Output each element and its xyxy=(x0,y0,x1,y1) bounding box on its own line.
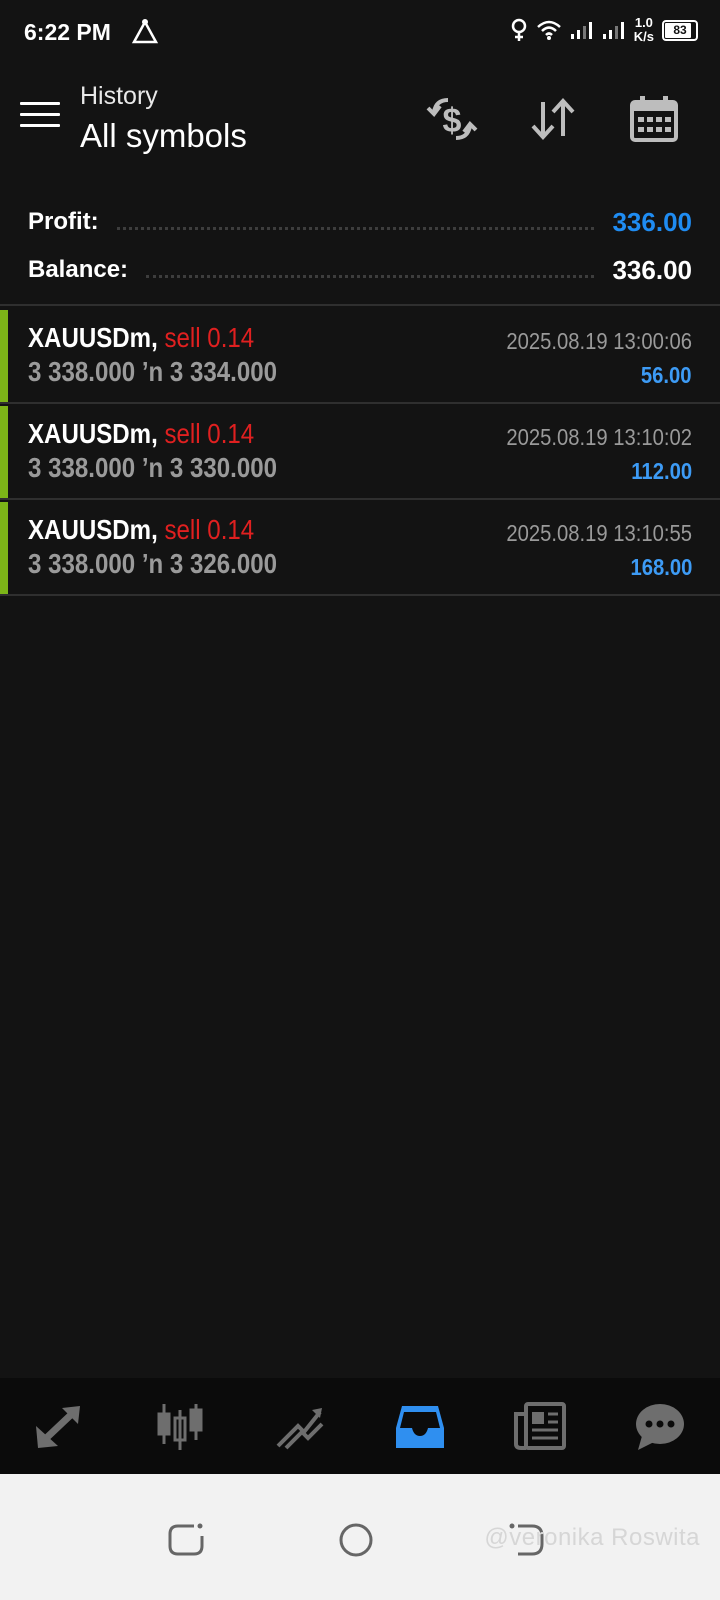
menu-button[interactable] xyxy=(20,102,60,134)
nav-trade[interactable] xyxy=(265,1396,335,1456)
profit-indicator-bar xyxy=(0,310,8,402)
deal-prices: 3 338.000 ʼn 3 330.000 xyxy=(28,452,278,483)
deal-time: 2025.08.19 13:10:55 xyxy=(506,520,692,546)
deal-profit: 56.00 xyxy=(641,362,692,388)
deal-side: sell 0.14 xyxy=(164,514,255,545)
deal-prices: 3 338.000 ʼn 3 326.000 xyxy=(28,548,278,579)
wifi-icon xyxy=(536,20,561,40)
deal-symbol: XAUUSDm, xyxy=(28,514,158,545)
watermark: @veronika Roswita xyxy=(484,1524,700,1551)
net-speed-value: 1.0 xyxy=(634,15,653,30)
home-icon[interactable] xyxy=(334,1518,378,1562)
net-speed: 1.0 K/s xyxy=(634,16,654,44)
deal-time: 2025.08.19 13:10:02 xyxy=(506,424,692,450)
deals-list: XAUUSDm, sell 0.14 3 338.000 ʼn 3 334.00… xyxy=(0,308,720,596)
svg-text:$: $ xyxy=(443,102,462,140)
trade-icon xyxy=(276,1408,324,1450)
currency-exchange-button[interactable]: $ xyxy=(424,94,480,144)
profit-row: Profit: 336.00 xyxy=(28,198,692,246)
profit-value: 336.00 xyxy=(612,206,692,237)
deal-symbol: XAUUSDm, xyxy=(28,322,158,353)
triangle-nodes-icon xyxy=(131,19,159,44)
balance-row: Balance: 336.00 xyxy=(28,246,692,294)
chart-icon xyxy=(157,1404,203,1450)
deal-row[interactable]: XAUUSDm, sell 0.14 3 338.000 ʼn 3 330.00… xyxy=(0,404,720,500)
status-indicators: 1.0 K/s 83 xyxy=(510,16,698,44)
deal-side: sell 0.14 xyxy=(164,322,255,353)
system-navigation-bar: @veronika Roswita xyxy=(0,1474,720,1600)
currency-exchange-icon: $ xyxy=(426,98,478,140)
nav-chart[interactable] xyxy=(145,1396,215,1456)
balance-value: 336.00 xyxy=(612,254,692,285)
deal-profit: 112.00 xyxy=(631,458,692,484)
profit-label: Profit: xyxy=(28,208,99,235)
dotted-leader xyxy=(116,226,595,230)
sort-button[interactable] xyxy=(525,94,581,144)
deal-profit: 168.00 xyxy=(630,554,692,580)
page-title[interactable]: All symbols xyxy=(80,117,247,155)
deal-row[interactable]: XAUUSDm, sell 0.14 3 338.000 ʼn 3 334.00… xyxy=(0,308,720,404)
sort-icon xyxy=(531,98,575,140)
news-icon xyxy=(514,1402,566,1450)
hotspot-icon xyxy=(511,18,527,41)
deal-symbol: XAUUSDm, xyxy=(28,418,158,449)
battery-level: 83 xyxy=(673,23,687,37)
net-speed-unit: K/s xyxy=(633,29,654,44)
quotes-icon xyxy=(36,1406,80,1448)
profit-indicator-bar xyxy=(0,406,8,498)
deal-time: 2025.08.19 13:00:06 xyxy=(506,328,692,354)
dotted-leader xyxy=(146,274,595,278)
page-subtitle: History xyxy=(80,82,158,110)
deal-side: sell 0.14 xyxy=(164,418,255,449)
app-bar: History All symbols $ xyxy=(0,64,720,184)
status-bar: 6:22 PM 1.0 K/s 83 xyxy=(0,0,720,64)
nav-quotes[interactable] xyxy=(25,1396,95,1456)
balance-label: Balance: xyxy=(28,256,129,283)
signal-icon-2 xyxy=(602,22,624,39)
profit-indicator-bar xyxy=(0,502,8,594)
calendar-icon xyxy=(630,96,678,142)
nav-chat[interactable] xyxy=(625,1396,695,1456)
bottom-navigation xyxy=(0,1378,720,1474)
battery-icon: 83 xyxy=(662,19,698,41)
chat-icon xyxy=(636,1404,684,1450)
status-time: 6:22 PM xyxy=(24,19,111,45)
signal-icon-1 xyxy=(570,22,592,39)
deal-prices: 3 338.000 ʼn 3 334.000 xyxy=(28,356,278,387)
deal-row[interactable]: XAUUSDm, sell 0.14 3 338.000 ʼn 3 326.00… xyxy=(0,500,720,596)
recent-apps-icon[interactable] xyxy=(164,1518,208,1562)
history-summary: Profit: 336.00 Balance: 336.00 xyxy=(28,198,692,294)
nav-news[interactable] xyxy=(505,1396,575,1456)
history-icon xyxy=(396,1406,444,1448)
calendar-button[interactable] xyxy=(626,94,682,144)
divider xyxy=(0,304,720,306)
nav-history[interactable] xyxy=(385,1396,455,1456)
